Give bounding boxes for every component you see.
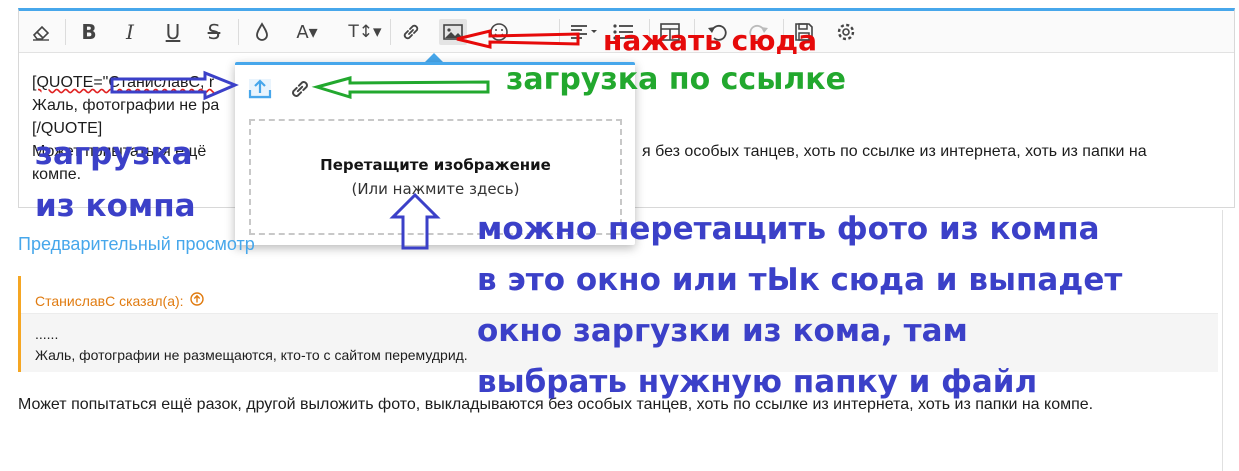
annotation-blue-left: загрузка из компа	[35, 128, 196, 232]
align-icon[interactable]	[567, 19, 601, 45]
popup-caret	[425, 53, 443, 62]
dropzone-title: Перетащите изображение	[320, 156, 551, 174]
dropzone-subtitle: (Или нажмите здесь)	[351, 180, 520, 198]
annotation-blue-right: можно перетащить фото из компа в это окн…	[477, 204, 1122, 408]
strikethrough-icon[interactable]: S	[200, 19, 228, 45]
divider	[1222, 210, 1223, 471]
bold-icon[interactable]: B	[75, 19, 103, 45]
annotation-red: нажать сюда	[603, 24, 818, 57]
font-size-icon[interactable]: T↕▾	[345, 19, 385, 45]
toolbar-separator	[390, 19, 391, 45]
annotation-line: в это окно или тЫк сюда и выпадет	[477, 262, 1123, 298]
preview-link[interactable]: Предварительный просмотр	[18, 234, 255, 255]
annotation-line: загрузка	[35, 136, 193, 172]
toolbar-separator	[559, 19, 560, 45]
annotation-green: загрузка по ссылке	[506, 62, 847, 97]
quote-line: Жаль, фотографии не размещаются, кто-то …	[35, 347, 468, 363]
link-icon[interactable]	[285, 75, 315, 103]
quote-line: ......	[35, 326, 59, 342]
annotation-line: окно заргузки из кома, там	[477, 313, 968, 349]
settings-icon[interactable]	[832, 19, 860, 45]
underline-icon[interactable]: U	[159, 19, 187, 45]
font-family-icon[interactable]: A▾	[289, 19, 325, 45]
arrow-up-circle-icon[interactable]	[189, 292, 204, 309]
annotation-line: из компа	[35, 188, 196, 224]
quote-body: ...... Жаль, фотографии не размещаются, …	[35, 324, 468, 366]
link-icon[interactable]	[397, 19, 425, 45]
italic-icon[interactable]: I	[116, 19, 144, 45]
annotation-line: можно перетащить фото из компа	[477, 211, 1100, 247]
emoji-icon[interactable]	[485, 19, 513, 45]
annotation-line: выбрать нужную папку и файл	[477, 364, 1038, 400]
text-color-icon[interactable]	[248, 19, 276, 45]
image-icon[interactable]	[439, 19, 467, 45]
toolbar-separator	[238, 19, 239, 45]
upload-icon[interactable]	[245, 75, 275, 103]
quote-author[interactable]: СтаниславС сказал(а):	[35, 293, 184, 309]
toolbar-separator	[65, 19, 66, 45]
eraser-icon[interactable]	[27, 19, 55, 45]
